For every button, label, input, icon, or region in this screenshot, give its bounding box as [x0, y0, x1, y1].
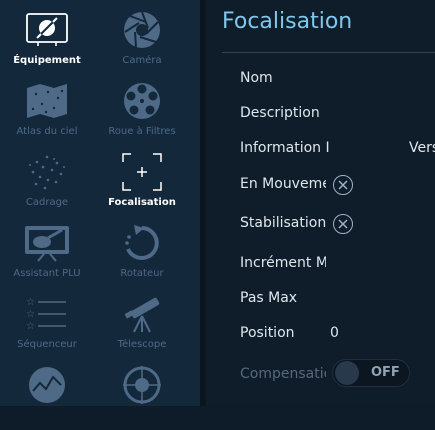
sidebar-item-imaging[interactable]	[95, 359, 189, 430]
svg-text:☆: ☆	[26, 321, 35, 332]
sidebar-item-label: Séquenceur	[17, 339, 77, 350]
sidebar-item-label: Atlas du ciel	[16, 126, 78, 137]
position-label: Position	[240, 325, 295, 341]
sidebar-item-equipment[interactable]: Équipement	[0, 4, 94, 75]
framing-stars-icon	[20, 148, 74, 196]
sidebar-item-label: Télescope	[117, 339, 167, 350]
moving-label: En Mouveme	[240, 176, 326, 192]
sidebar-item-focus[interactable]: Focalisation	[95, 146, 189, 217]
guider-chart-icon	[20, 361, 74, 409]
toggle-state-label: OFF	[371, 365, 400, 380]
sidebar-item-flat-assistant[interactable]: Assistant PLU	[0, 217, 94, 288]
sidebar-item-guider[interactable]	[0, 359, 94, 430]
title-divider	[222, 52, 435, 53]
sidebar-item-label: Caméra	[122, 55, 162, 66]
step-size-label: Incrément M	[240, 255, 326, 271]
sidebar-item-label: Rotateur	[120, 268, 164, 279]
camera-aperture-icon	[115, 6, 169, 54]
max-step-label: Pas Max	[240, 290, 298, 306]
rotator-icon	[115, 219, 169, 267]
sidebar-item-rotator[interactable]: Rotateur	[95, 217, 189, 288]
equipment-icon	[20, 6, 74, 54]
sequencer-list-icon: ☆ ☆ ☆	[20, 290, 74, 338]
sidebar-item-sky-atlas[interactable]: Atlas du ciel	[0, 75, 94, 146]
sidebar-item-label: Assistant PLU	[13, 268, 81, 279]
sidebar-item-telescope[interactable]: Télescope	[95, 288, 189, 359]
sidebar-item-sequencer[interactable]: ☆ ☆ ☆ Séquenceur	[0, 288, 94, 359]
description-label: Description	[240, 105, 320, 121]
focus-crosshair-icon	[115, 148, 169, 196]
position-value: 0	[330, 325, 339, 341]
sidebar-item-label: Roue à Filtres	[108, 126, 176, 137]
sidebar-item-label: Focalisation	[108, 197, 176, 208]
telescope-icon	[115, 290, 169, 338]
sidebar-item-label: Équipement	[13, 55, 81, 66]
settling-status-icon	[333, 214, 353, 234]
compensation-toggle[interactable]: OFF	[332, 359, 410, 387]
flat-panel-icon	[20, 219, 74, 267]
information-value: Vers	[409, 140, 435, 156]
target-icon	[115, 361, 169, 409]
sidebar-item-camera[interactable]: Caméra	[95, 4, 189, 75]
svg-text:☆: ☆	[26, 297, 35, 308]
svg-text:☆: ☆	[26, 309, 35, 320]
sky-atlas-map-icon	[20, 77, 74, 125]
name-label: Nom	[240, 70, 273, 86]
focuser-panel: Focalisation Nom Description Information…	[206, 0, 435, 406]
information-label: Information I	[240, 140, 330, 156]
moving-status-icon	[333, 175, 353, 195]
toggle-knob	[335, 361, 359, 385]
page-title: Focalisation	[222, 9, 353, 34]
compensation-label: Compensatic	[240, 366, 326, 382]
sidebar: Équipement Caméra Atlas du ciel Roue à F…	[0, 0, 200, 406]
sidebar-item-filter-wheel[interactable]: Roue à Filtres	[95, 75, 189, 146]
sidebar-item-framing[interactable]: Cadrage	[0, 146, 94, 217]
filter-wheel-icon	[115, 77, 169, 125]
sidebar-item-label: Cadrage	[25, 197, 69, 208]
